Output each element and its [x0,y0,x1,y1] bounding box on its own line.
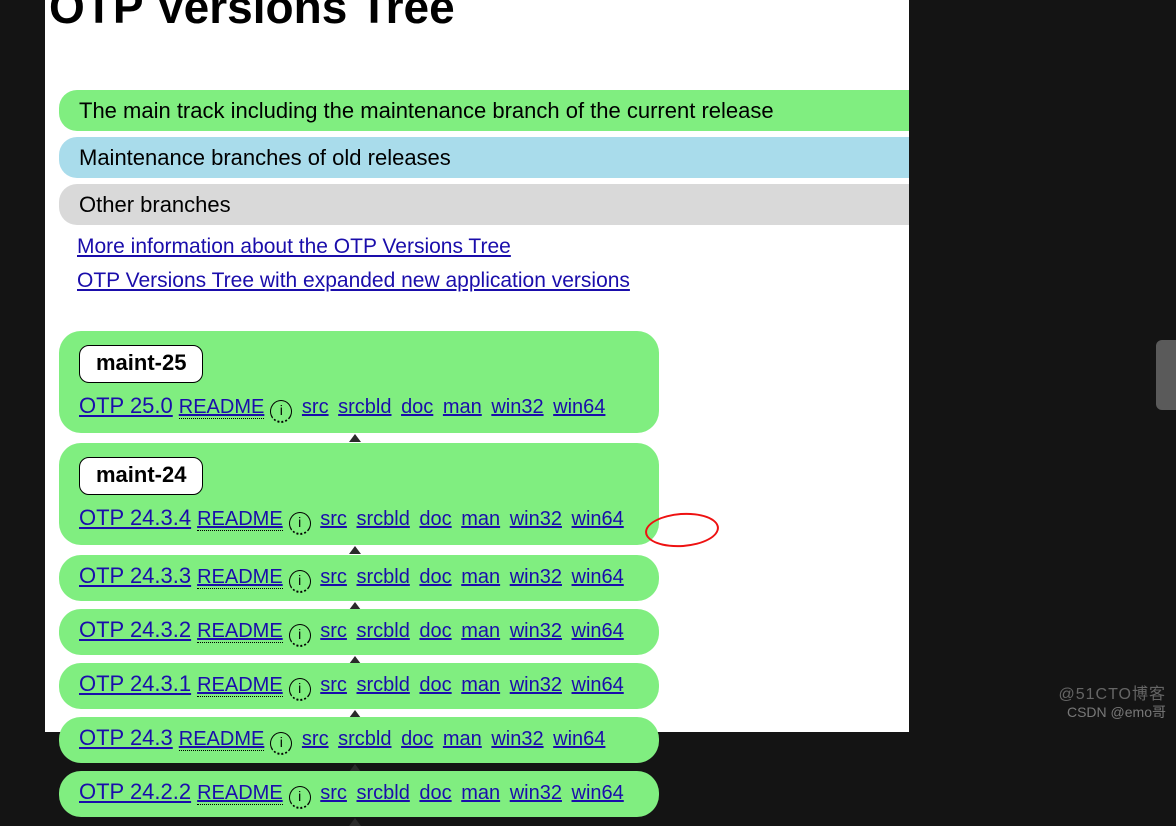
download-man[interactable]: man [443,396,482,418]
info-icon[interactable]: i [289,512,311,535]
download-srcbld[interactable]: srcbld [356,508,409,530]
link-more-info[interactable]: More information about the OTP Versions … [77,235,511,259]
download-doc[interactable]: doc [419,508,451,530]
info-icon[interactable]: i [289,570,311,593]
versions-tree: maint-25OTP 25.0READMEi src srcbld doc m… [59,331,909,817]
otp-version-link[interactable]: OTP 24.3.4 [79,505,191,530]
download-srcbld[interactable]: srcbld [338,728,391,750]
info-icon[interactable]: i [270,400,292,423]
download-win64[interactable]: win64 [572,566,624,588]
download-src[interactable]: src [320,508,347,530]
download-man[interactable]: man [461,508,500,530]
download-srcbld[interactable]: srcbld [356,620,409,642]
download-win32[interactable]: win32 [510,566,562,588]
download-win32[interactable]: win32 [510,508,562,530]
version-row: OTP 24.3.1 README i src srcbld doc man win… [59,663,659,709]
link-expanded-tree[interactable]: OTP Versions Tree with expanded new appl… [77,269,630,293]
otp-version-link[interactable]: OTP 24.3 [79,725,173,750]
readme-link[interactable]: README [197,566,283,589]
otp-version-link[interactable]: OTP 24.3.2 [79,617,191,642]
info-links: More information about the OTP Versions … [77,235,909,303]
info-icon[interactable]: i [289,624,311,647]
connector-icon [349,546,361,554]
download-man[interactable]: man [461,674,500,696]
otp-version-link[interactable]: OTP 24.3.3 [79,563,191,588]
version-row: OTP 24.3.2 README i src srcbld doc man win… [59,609,659,655]
download-man[interactable]: man [461,782,500,804]
download-win64[interactable]: win64 [553,396,605,418]
download-srcbld[interactable]: srcbld [338,396,391,418]
download-win64[interactable]: win64 [572,620,624,642]
download-srcbld[interactable]: srcbld [356,566,409,588]
document-page: OTP Versions Tree The main track includi… [45,0,909,732]
annotation-circle [644,510,720,549]
version-row: OTP 24.3 READMEi src srcbld doc man win32… [59,717,659,763]
otp-version-link[interactable]: OTP 25.0 [79,393,173,418]
download-src[interactable]: src [302,728,329,750]
legend-maint: Maintenance branches of old releases [59,137,909,178]
download-win64[interactable]: win64 [572,508,624,530]
branch-block: maint-24 OTP 24.3.4 README i src srcbld doc… [59,443,659,545]
readme-link[interactable]: README [197,674,283,697]
legend-other: Other branches [59,184,909,225]
version-row: OTP 24.3.3 README i src srcbld doc man win… [59,555,659,601]
download-man[interactable]: man [443,728,482,750]
branch-badge: maint-24 [79,457,203,495]
download-man[interactable]: man [461,620,500,642]
download-src[interactable]: src [320,782,347,804]
download-doc[interactable]: doc [419,620,451,642]
download-doc[interactable]: doc [419,674,451,696]
connector-icon [349,818,361,826]
otp-version-link[interactable]: OTP 24.3.1 [79,671,191,696]
readme-link[interactable]: README [197,620,283,643]
watermark-csdn: CSDN @emo哥 [1067,702,1166,722]
page-title: OTP Versions Tree [49,0,909,34]
side-tab[interactable] [1156,340,1176,410]
download-win32[interactable]: win32 [491,396,543,418]
download-src[interactable]: src [320,674,347,696]
download-win32[interactable]: win32 [491,728,543,750]
download-srcbld[interactable]: srcbld [356,674,409,696]
info-icon[interactable]: i [270,732,292,755]
info-icon[interactable]: i [289,786,311,809]
download-win64[interactable]: win64 [572,674,624,696]
watermark-51cto: @51CTO博客 [1058,680,1166,704]
download-doc[interactable]: doc [419,566,451,588]
readme-link[interactable]: README [197,508,283,531]
readme-link[interactable]: README [179,728,265,751]
download-win64[interactable]: win64 [553,728,605,750]
otp-version-link[interactable]: OTP 24.2.2 [79,779,191,804]
download-win32[interactable]: win32 [510,674,562,696]
readme-link[interactable]: README [197,782,283,805]
branch-block: maint-25 OTP 25.0 READMEi src srcbld doc m… [59,331,659,433]
info-icon[interactable]: i [289,678,311,701]
download-doc[interactable]: doc [419,782,451,804]
download-src[interactable]: src [302,396,329,418]
download-win32[interactable]: win32 [510,782,562,804]
branch-badge: maint-25 [79,345,203,383]
download-srcbld[interactable]: srcbld [356,782,409,804]
download-doc[interactable]: doc [401,396,433,418]
download-doc[interactable]: doc [401,728,433,750]
download-win32[interactable]: win32 [510,620,562,642]
connector-icon [349,434,361,442]
download-src[interactable]: src [320,620,347,642]
download-win64[interactable]: win64 [572,782,624,804]
download-man[interactable]: man [461,566,500,588]
legend-main: The main track including the maintenance… [59,90,909,131]
readme-link[interactable]: README [179,396,265,419]
download-src[interactable]: src [320,566,347,588]
version-row: OTP 24.2.2 README i src srcbld doc man win… [59,771,659,817]
